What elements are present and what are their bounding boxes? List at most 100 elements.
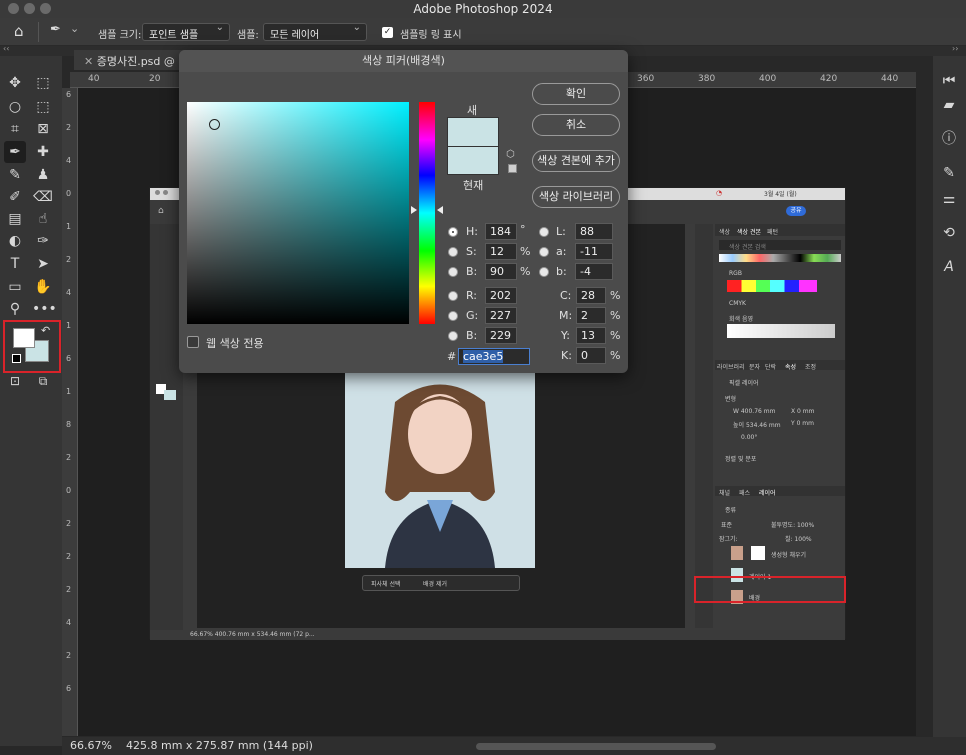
- inner-swatch-tab-1: 색상 견본: [737, 229, 761, 236]
- contextual-taskbar: 피사체 선택 배경 제거: [362, 575, 520, 591]
- type-tool-icon[interactable]: T: [4, 253, 26, 275]
- healing-brush-tool-icon[interactable]: ✚: [32, 141, 54, 163]
- brightness-input[interactable]: 90: [485, 263, 517, 280]
- magenta-input[interactable]: 2: [576, 307, 606, 324]
- out-of-gamut-cube-icon[interactable]: ⬡: [506, 149, 515, 160]
- radio-lightness[interactable]: [539, 227, 549, 237]
- screen-mode-icon[interactable]: ⧉: [32, 370, 54, 392]
- saturation-input[interactable]: 12: [485, 243, 517, 260]
- right-panel-strip: ⏮ ▰ ⓘ ✎ ⚌ ⟲ A: [933, 56, 966, 746]
- glyphs-icon[interactable]: A: [938, 256, 960, 278]
- crop-tool-icon[interactable]: ⌗: [4, 118, 26, 140]
- ruler-h-label: 440: [881, 74, 899, 84]
- info-panel-icon[interactable]: ⓘ: [938, 128, 960, 150]
- eyedropper-tool-icon[interactable]: ✒: [50, 22, 61, 37]
- yellow-input[interactable]: 13: [576, 327, 606, 344]
- radio-hue[interactable]: [448, 227, 458, 237]
- zoom-tool-icon[interactable]: ⚲: [4, 298, 26, 320]
- ok-button[interactable]: 확인: [532, 83, 620, 105]
- red-input[interactable]: 202: [485, 287, 517, 304]
- sample-size-select[interactable]: 포인트 샘플: [142, 22, 230, 41]
- move-tool-icon[interactable]: ✥: [4, 72, 26, 94]
- horizontal-scrollbar[interactable]: [476, 743, 716, 750]
- blue-input[interactable]: 229: [485, 327, 517, 344]
- status-chevron-icon[interactable]: ›: [269, 738, 273, 751]
- eyedropper-tool-icon[interactable]: ✒: [4, 141, 26, 163]
- zoom-level[interactable]: 66.67%: [70, 739, 112, 752]
- color-libraries-button[interactable]: 색상 라이브러리: [532, 186, 620, 208]
- ruler-v-label: 8: [66, 420, 72, 429]
- show-sampling-ring-checkbox[interactable]: ✓: [382, 27, 393, 38]
- comments-panel-icon[interactable]: ▰: [938, 94, 960, 116]
- inner-status-text: 66.67% 400.76 mm x 534.46 mm (72 p...: [190, 631, 315, 638]
- smudge-tool-icon[interactable]: ☝: [32, 208, 54, 230]
- quick-mask-icon[interactable]: ⊡: [4, 370, 26, 392]
- lab-l-input[interactable]: 88: [575, 223, 613, 240]
- radio-saturation[interactable]: [448, 247, 458, 257]
- sample-select[interactable]: 모든 레이어: [263, 22, 367, 41]
- adjustments-icon[interactable]: ⚌: [938, 188, 960, 210]
- hue-slider-left-handle[interactable]: [411, 206, 417, 214]
- actions-icon[interactable]: ⟲: [938, 222, 960, 244]
- radio-red[interactable]: [448, 291, 458, 301]
- cyan-unit: %: [610, 289, 621, 302]
- collapse-right-icon[interactable]: ››: [952, 44, 958, 53]
- brush-settings-icon[interactable]: ✎: [938, 162, 960, 184]
- inner-layer-0: 생성형 채우기: [771, 552, 807, 559]
- stamp-tool-icon[interactable]: ♟: [32, 164, 54, 186]
- lab-b-input[interactable]: -4: [575, 263, 613, 280]
- radio-blue[interactable]: [448, 331, 458, 341]
- current-color-preview[interactable]: [447, 147, 499, 175]
- black-input[interactable]: 0: [576, 347, 606, 364]
- inner-share-button: 공유: [786, 206, 806, 216]
- inner-date: 3월 4일 (월): [764, 191, 797, 198]
- brush-tool-icon[interactable]: ✎: [4, 164, 26, 186]
- hue-slider[interactable]: [419, 102, 435, 324]
- frame-tool-icon[interactable]: ⊠: [32, 118, 54, 140]
- marquee-tool-icon[interactable]: ⬚: [32, 72, 54, 94]
- more-tools-icon[interactable]: •••: [32, 298, 57, 320]
- home-icon[interactable]: ⌂: [14, 22, 32, 40]
- lab-a-input[interactable]: -11: [575, 243, 613, 260]
- history-panel-icon[interactable]: ⏮: [938, 70, 960, 92]
- dodge-tool-icon[interactable]: ◐: [4, 230, 26, 252]
- hand-tool-icon[interactable]: ✋: [32, 276, 54, 298]
- radio-brightness[interactable]: [448, 267, 458, 277]
- default-colors-icon[interactable]: [12, 354, 21, 363]
- path-select-tool-icon[interactable]: ➤: [32, 253, 54, 275]
- radio-lab-a[interactable]: [539, 247, 549, 257]
- hex-input[interactable]: cae3e5: [458, 348, 530, 365]
- color-field-cursor[interactable]: [209, 119, 220, 130]
- radio-lab-b[interactable]: [539, 267, 549, 277]
- hue-slider-right-handle[interactable]: [437, 206, 443, 214]
- collapse-left-icon[interactable]: ‹‹: [3, 44, 9, 53]
- web-colors-only-checkbox[interactable]: [187, 336, 199, 348]
- pen-tool-icon[interactable]: ✑: [32, 230, 54, 252]
- websafe-swatch-icon[interactable]: [508, 164, 517, 173]
- ruler-v-label: 1: [66, 387, 72, 396]
- ruler-v-label: 2: [66, 519, 72, 528]
- ruler-h-label: 40: [88, 74, 100, 84]
- show-sampling-ring-label: 샘플링 링 표시: [400, 30, 462, 41]
- lasso-tool-icon[interactable]: ○: [4, 96, 26, 118]
- inner-swatch-tab-0: 색상: [719, 229, 731, 236]
- add-to-swatches-button[interactable]: 색상 견본에 추가: [532, 150, 620, 172]
- saturation-brightness-field[interactable]: [187, 102, 409, 324]
- object-select-tool-icon[interactable]: ⬚: [32, 96, 54, 118]
- eraser-tool-icon[interactable]: ⌫: [32, 186, 54, 208]
- document-tab-close-icon[interactable]: ✕: [84, 55, 97, 68]
- cancel-button[interactable]: 취소: [532, 114, 620, 136]
- inner-folder-cmyk: CMYK: [729, 300, 746, 307]
- hue-input[interactable]: 184: [485, 223, 517, 240]
- foreground-color-swatch[interactable]: [13, 328, 35, 348]
- new-color-label: 새: [467, 104, 478, 117]
- tool-preset-chevron-icon[interactable]: ⌄: [70, 22, 79, 35]
- radio-green[interactable]: [448, 311, 458, 321]
- green-input[interactable]: 227: [485, 307, 517, 324]
- saturation-unit: %: [520, 245, 531, 258]
- gradient-tool-icon[interactable]: ▤: [4, 208, 26, 230]
- rectangle-tool-icon[interactable]: ▭: [4, 276, 26, 298]
- history-brush-tool-icon[interactable]: ✐: [4, 186, 26, 208]
- swap-colors-icon[interactable]: ↶: [41, 324, 50, 337]
- cyan-input[interactable]: 28: [576, 287, 606, 304]
